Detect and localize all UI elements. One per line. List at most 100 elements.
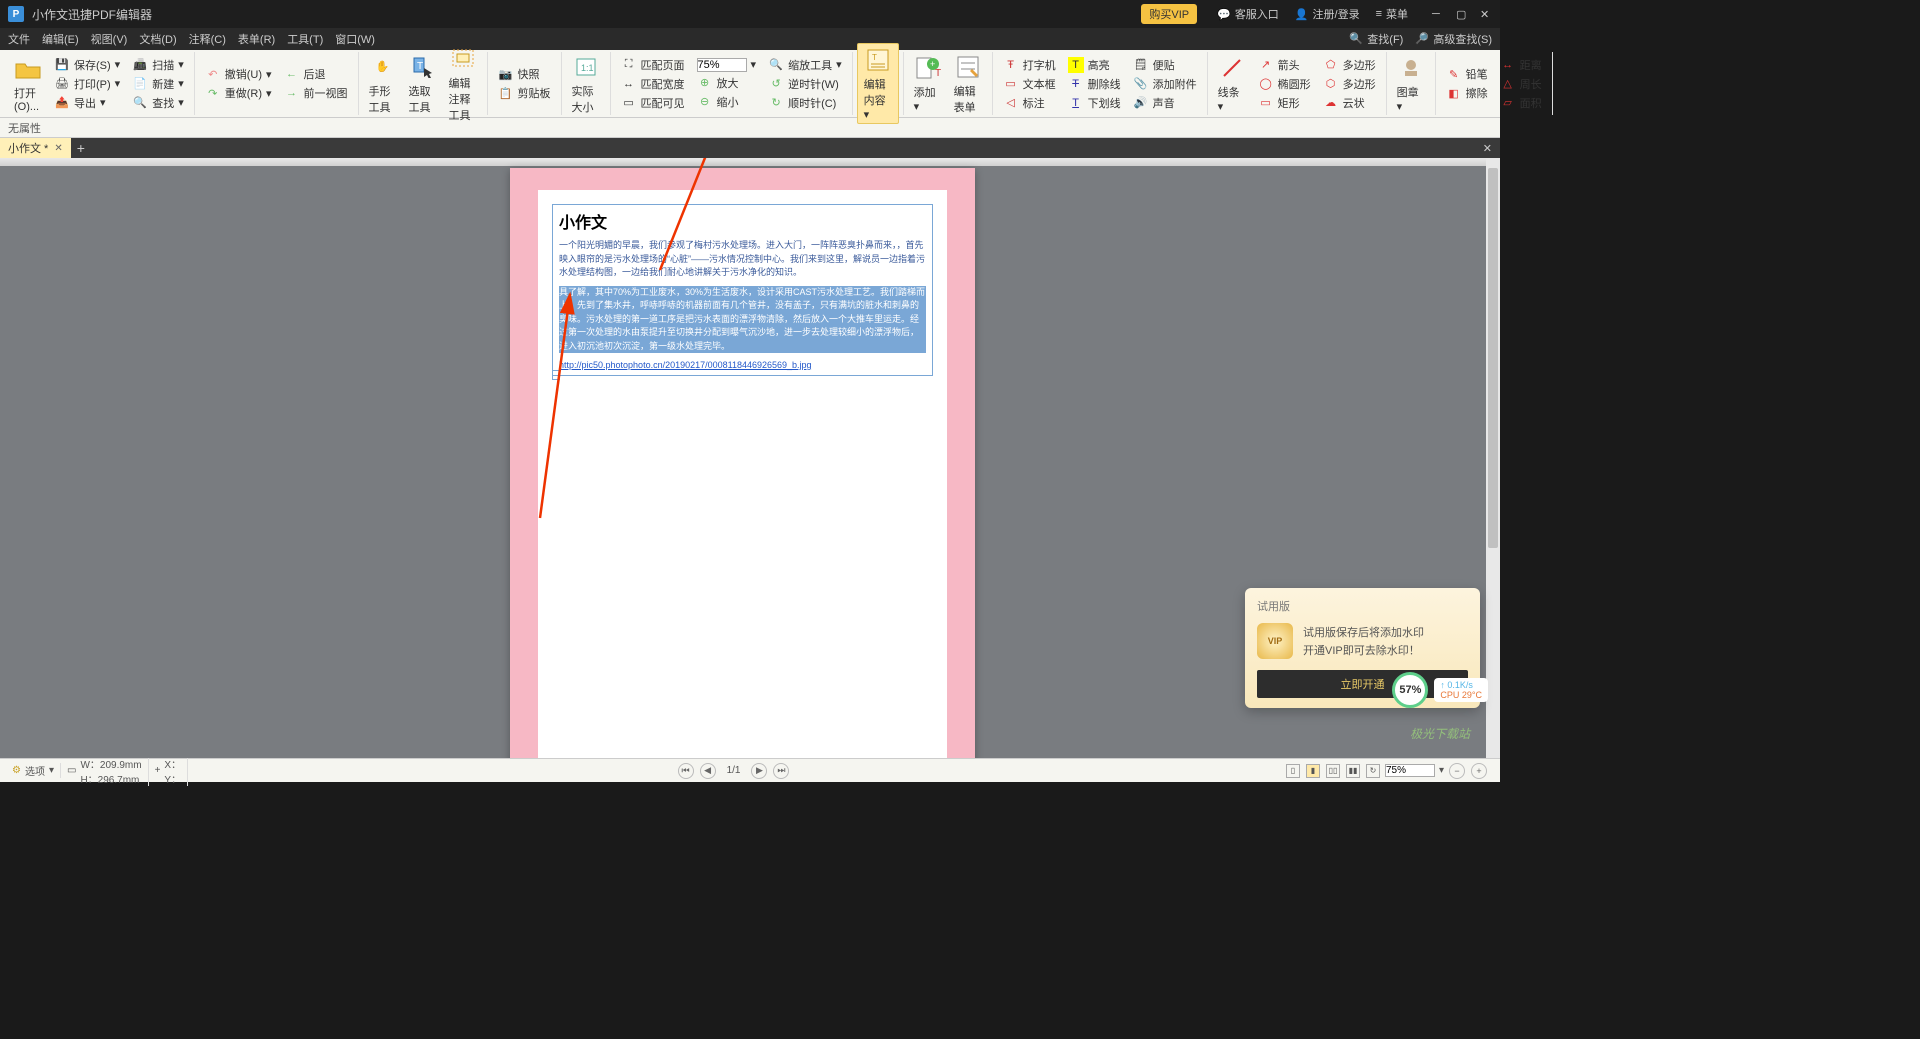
scan-button[interactable]: 📠扫描▾ <box>128 56 188 74</box>
zoom-tool-button[interactable]: 🔍缩放工具▾ <box>764 56 846 74</box>
rotate-cw-button[interactable]: ↻顺时针(C) <box>764 94 846 112</box>
arrow-shape-button[interactable]: ↗箭头 <box>1254 56 1315 74</box>
strikeout-button[interactable]: T删除线 <box>1064 75 1125 93</box>
clipboard-button[interactable]: 📋剪贴板 <box>494 84 555 102</box>
doc-link[interactable]: http://pic50.photophoto.cn/20190217/0008… <box>559 360 812 370</box>
advanced-find-button[interactable]: 🔎高级查找(S) <box>1415 31 1492 47</box>
highlight-button[interactable]: T高亮 <box>1064 56 1125 74</box>
chevron-down-icon[interactable]: ▾ <box>751 58 757 71</box>
view-facing-cont-button[interactable]: ▮▮ <box>1346 764 1360 778</box>
edit-content-button[interactable]: T编辑内容 ▾ <box>857 43 899 124</box>
maximize-button[interactable]: ▢ <box>1456 8 1468 20</box>
options-button[interactable]: 选项 <box>25 763 45 778</box>
print-button[interactable]: 🖨打印(P)▾ <box>50 75 124 93</box>
edit-form-button[interactable]: 编辑表单 <box>948 51 988 117</box>
doc-paragraph-2-selected[interactable]: 具了解，其中70%为工业废水，30%为生活废水，设计采用CAST污水处理工艺。我… <box>559 286 926 354</box>
polygon-button[interactable]: ⬠多边形 <box>1319 56 1380 74</box>
account-button[interactable]: 👤注册/登录 <box>1295 6 1360 22</box>
perimeter-button[interactable]: △周长 <box>1496 75 1546 93</box>
first-page-button[interactable]: ⏮ <box>678 763 694 779</box>
callout-button[interactable]: ◁标注 <box>999 94 1060 112</box>
fit-visible-button[interactable]: ▭匹配可见 <box>617 94 689 112</box>
fit-width-button[interactable]: ↔匹配宽度 <box>617 75 689 93</box>
fit-page-button[interactable]: ⛶匹配页面 <box>617 56 689 74</box>
view-continuous-button[interactable]: ▮ <box>1306 764 1320 778</box>
rect-button[interactable]: ▭矩形 <box>1254 94 1315 112</box>
hscrollbar[interactable] <box>0 158 1486 166</box>
stamp-button[interactable]: 图章 ▾ <box>1391 52 1431 115</box>
chevron-down-icon[interactable]: ▾ <box>49 765 54 776</box>
add-button[interactable]: +T添加 ▾ <box>908 52 948 115</box>
edit-comment-tool-button[interactable]: 编辑注释工具 <box>443 43 483 125</box>
export-button[interactable]: 📤导出▾ <box>50 94 124 112</box>
buy-vip-button[interactable]: 购买VIP <box>1141 4 1197 24</box>
support-button[interactable]: 💬客服入口 <box>1217 6 1279 22</box>
menu-file[interactable]: 文件 <box>8 31 30 47</box>
actual-size-button[interactable]: 1:1实际大小 <box>566 51 606 117</box>
system-percent[interactable]: 57% <box>1392 672 1428 708</box>
menu-edit[interactable]: 编辑(E) <box>42 31 79 47</box>
area-button[interactable]: ▱面积 <box>1496 94 1546 112</box>
prev-page-button[interactable]: ◀ <box>700 763 716 779</box>
menu-document[interactable]: 文档(D) <box>139 31 176 47</box>
view-rotate-button[interactable]: ↻ <box>1366 764 1380 778</box>
menu-tools[interactable]: 工具(T) <box>287 31 323 47</box>
select-tool-button[interactable]: T选取工具 <box>403 51 443 117</box>
next-page-button[interactable]: ▶ <box>751 763 767 779</box>
underline-button[interactable]: T下划线 <box>1064 94 1125 112</box>
attach-button[interactable]: 📎添加附件 <box>1129 75 1201 93</box>
zoom-in-footer-button[interactable]: + <box>1471 763 1487 779</box>
menu-comment[interactable]: 注释(C) <box>189 31 226 47</box>
gear-icon[interactable]: ⚙ <box>12 765 21 776</box>
doc-paragraph-1[interactable]: 一个阳光明媚的早晨，我们参观了梅村污水处理场。进入大门，一阵阵恶臭扑鼻而来，，首… <box>559 239 926 280</box>
tabbar-close-button[interactable]: ✕ <box>1475 142 1500 155</box>
vscrollbar[interactable] <box>1486 158 1500 758</box>
find-toolbar-button[interactable]: 🔍查找▾ <box>128 94 188 112</box>
pencil-button[interactable]: ✎铅笔 <box>1442 65 1492 83</box>
chevron-down-icon[interactable]: ▾ <box>1439 765 1444 776</box>
menu-window[interactable]: 窗口(W) <box>335 31 375 47</box>
new-button[interactable]: 📄新建▾ <box>128 75 188 93</box>
snapshot-button[interactable]: 📷快照 <box>494 65 555 83</box>
textbox-button[interactable]: ▭文本框 <box>999 75 1060 93</box>
view-facing-button[interactable]: ▯▯ <box>1326 764 1340 778</box>
footer-zoom-input[interactable] <box>1385 764 1435 777</box>
undo-button[interactable]: ↶撤销(U)▾ <box>201 65 276 83</box>
close-button[interactable]: ✕ <box>1480 8 1492 20</box>
tab-document[interactable]: 小作文 * ✕ <box>0 138 71 158</box>
typewriter-button[interactable]: Ŧ打字机 <box>999 56 1060 74</box>
back-button[interactable]: ←后退 <box>280 65 352 83</box>
zoom-out-button[interactable]: ⊖缩小 <box>693 93 761 111</box>
cloud-button[interactable]: ☁云状 <box>1319 94 1380 112</box>
zoom-input[interactable] <box>697 58 747 72</box>
vscroll-thumb[interactable] <box>1488 168 1498 548</box>
tab-close-button[interactable]: ✕ <box>54 143 62 154</box>
sound-button[interactable]: 🔊声音 <box>1129 94 1201 112</box>
minimize-button[interactable]: ─ <box>1432 8 1444 20</box>
find-button[interactable]: 🔍查找(F) <box>1349 31 1403 47</box>
ellipse-button[interactable]: ◯椭圆形 <box>1254 75 1315 93</box>
view-single-button[interactable]: ▯ <box>1286 764 1300 778</box>
lines-button[interactable]: 线条 ▾ <box>1212 52 1252 115</box>
note-button[interactable]: 🗒便贴 <box>1129 56 1201 74</box>
last-page-button[interactable]: ⏭ <box>773 763 789 779</box>
zoom-in-button[interactable]: ⊕放大 <box>693 74 761 92</box>
menu-form[interactable]: 表单(R) <box>238 31 275 47</box>
page-content[interactable]: 小作文 一个阳光明媚的早晨，我们参观了梅村污水处理场。进入大门，一阵阵恶臭扑鼻而… <box>538 190 947 758</box>
rotate-ccw-button[interactable]: ↺逆时针(W) <box>764 75 846 93</box>
eraser-button[interactable]: ◧擦除 <box>1442 84 1492 102</box>
hand-tool-button[interactable]: ✋手形工具 <box>363 51 403 117</box>
menu-button[interactable]: ≡菜单 <box>1376 6 1408 22</box>
add-tab-button[interactable]: + <box>71 140 91 156</box>
menu-view[interactable]: 视图(V) <box>91 31 128 47</box>
doc-title[interactable]: 小作文 <box>559 209 926 233</box>
polygon2-button[interactable]: ⬡多边形 <box>1319 75 1380 93</box>
redo-button[interactable]: ↷重做(R)▾ <box>201 84 276 102</box>
open-button[interactable]: 打开(O)... <box>8 53 48 115</box>
edit-text-box[interactable]: 小作文 一个阳光明媚的早晨，我们参观了梅村污水处理场。进入大门，一阵阵恶臭扑鼻而… <box>552 204 933 376</box>
prevview-button[interactable]: →前一视图 <box>280 84 352 102</box>
document-area[interactable]: 小作文 一个阳光明媚的早晨，我们参观了梅村污水处理场。进入大门，一阵阵恶臭扑鼻而… <box>0 158 1500 758</box>
system-netbox[interactable]: ↑ 0.1K/s CPU 29°C <box>1434 678 1488 702</box>
zoom-out-footer-button[interactable]: − <box>1449 763 1465 779</box>
distance-button[interactable]: ↔距离 <box>1496 56 1546 74</box>
